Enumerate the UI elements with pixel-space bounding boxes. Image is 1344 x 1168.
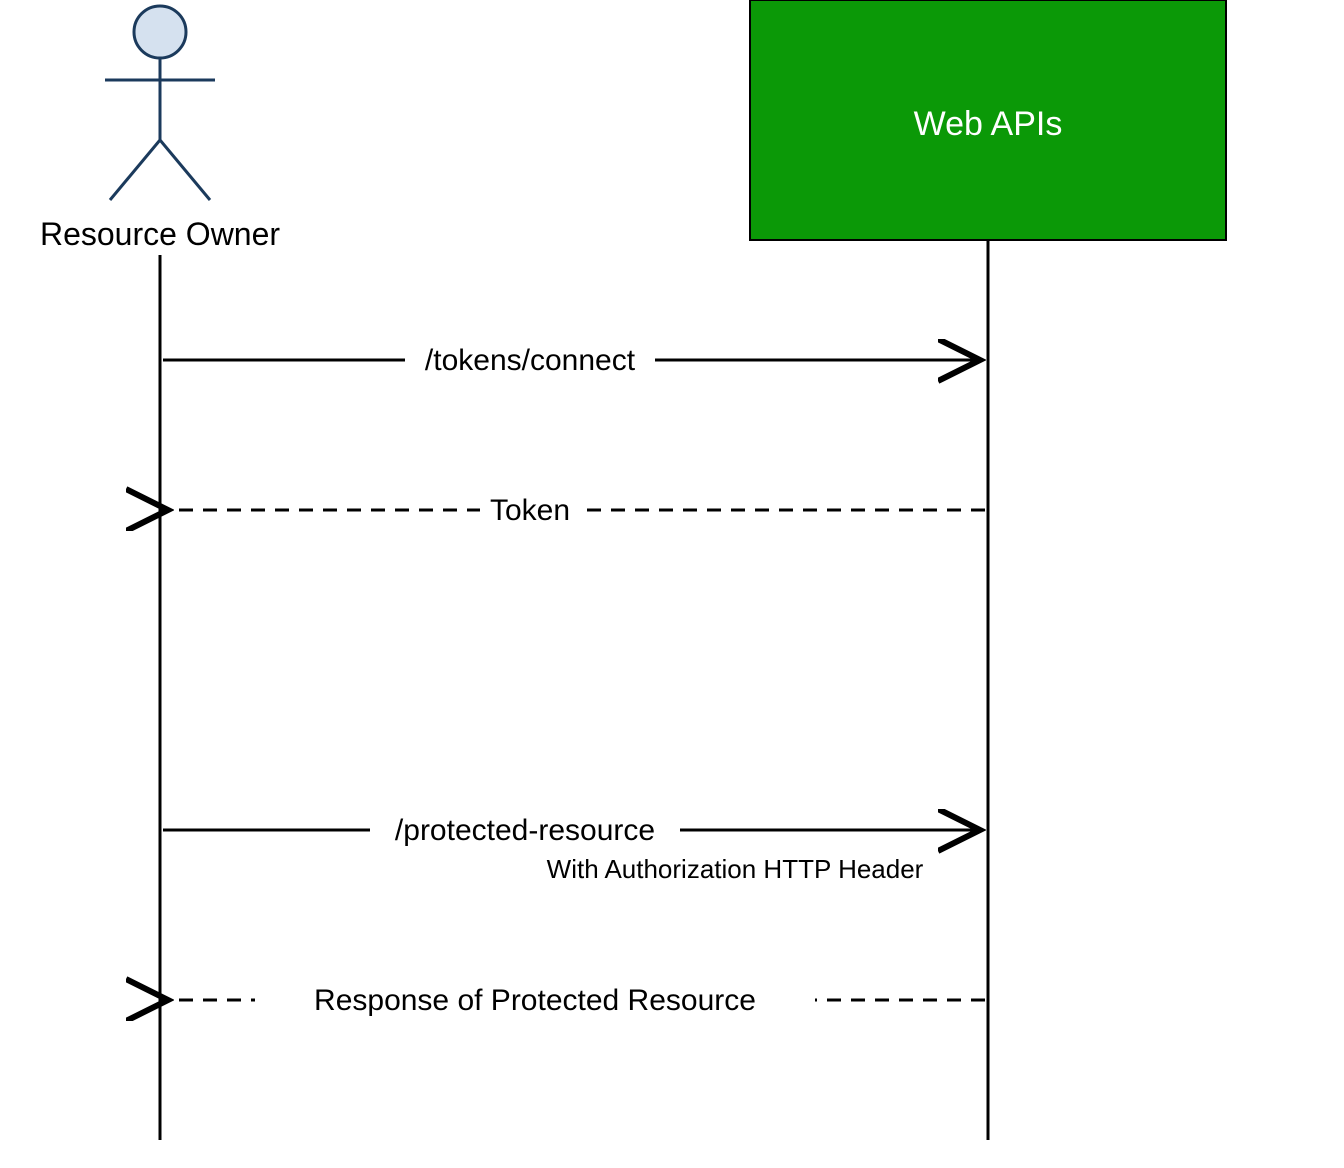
message-token: Token — [168, 488, 985, 528]
message-2-label: Token — [490, 494, 570, 527]
message-4-label: Response of Protected Resource — [314, 984, 756, 1017]
participant-label: Web APIs — [914, 105, 1063, 143]
sequence-diagram: Resource Owner Web APIs /tokens/connect … — [0, 0, 1344, 1168]
message-protected-resource: /protected-resource With Authorization H… — [163, 808, 980, 884]
actor-label: Resource Owner — [40, 216, 280, 252]
message-tokens-connect: /tokens/connect — [163, 338, 980, 378]
message-response-protected: Response of Protected Resource — [168, 978, 985, 1018]
message-1-label: /tokens/connect — [425, 344, 636, 377]
actor-resource-owner: Resource Owner — [40, 6, 280, 252]
message-3-sublabel: With Authorization HTTP Header — [547, 854, 924, 884]
message-3-label: /protected-resource — [395, 814, 655, 847]
participant-web-apis: Web APIs — [750, 0, 1226, 240]
